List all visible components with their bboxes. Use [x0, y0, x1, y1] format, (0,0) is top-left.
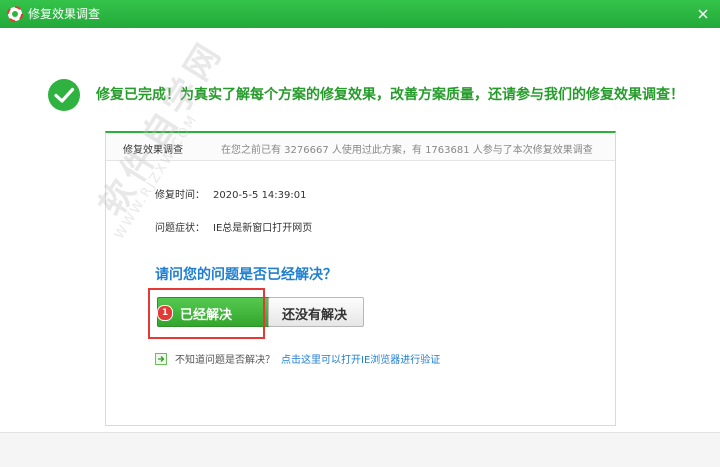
- symptom-value: IE总是新窗口打开网页: [213, 223, 313, 234]
- repair-time-row: 修复时间： 2020-5-5 14:39:01: [155, 186, 306, 201]
- footer-bar: [0, 432, 720, 467]
- not-resolved-button[interactable]: 还没有解决: [268, 297, 364, 327]
- check-circle-icon: [47, 78, 81, 112]
- close-button[interactable]: [686, 0, 720, 28]
- verify-row: 不知道问题是否解决？ 点击这里可以打开IE浏览器进行验证: [155, 351, 440, 366]
- main-content: 修复已完成！为真实了解每个方案的修复效果，改善方案质量，还请参与我们的修复效果调…: [0, 28, 720, 432]
- repair-time-label: 修复时间：: [155, 190, 205, 201]
- resolved-question: 请问您的问题是否已经解决？: [155, 267, 337, 283]
- symptom-label: 问题症状：: [155, 223, 205, 234]
- not-resolved-label: 还没有解决: [282, 308, 348, 323]
- repair-time-value: 2020-5-5 14:39:01: [213, 190, 307, 201]
- symptom-row: 问题症状： IE总是新窗口打开网页: [155, 219, 312, 234]
- window-title: 修复效果调查: [28, 7, 101, 21]
- panel-header: 修复效果调查 在您之前已有 3276667 人使用过此方案，有 1763681 …: [106, 133, 615, 161]
- highlight-box: [148, 288, 265, 339]
- close-icon: [698, 9, 708, 19]
- survey-stats: 在您之前已有 3276667 人使用过此方案，有 1763681 人参与了本次修…: [221, 145, 593, 156]
- lifebuoy-icon: [7, 6, 23, 22]
- arrow-right-icon: [155, 353, 167, 365]
- survey-panel: 修复效果调查 在您之前已有 3276667 人使用过此方案，有 1763681 …: [105, 131, 616, 426]
- verify-link[interactable]: 点击这里可以打开IE浏览器进行验证: [281, 355, 440, 366]
- verify-question: 不知道问题是否解决？: [175, 355, 275, 366]
- headline: 修复已完成！为真实了解每个方案的修复效果，改善方案质量，还请参与我们的修复效果调…: [96, 87, 684, 103]
- panel-title: 修复效果调查: [123, 145, 183, 156]
- title-bar: 修复效果调查: [0, 0, 720, 28]
